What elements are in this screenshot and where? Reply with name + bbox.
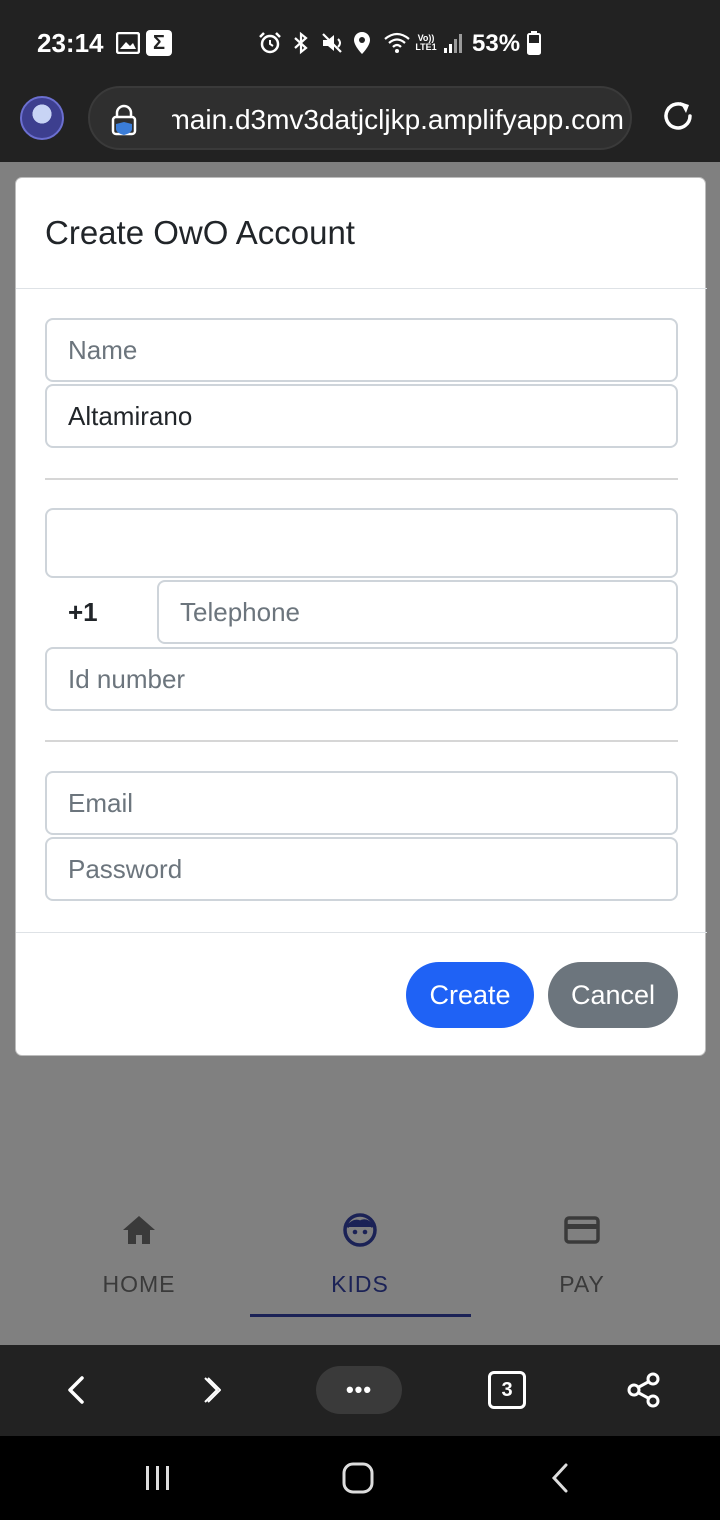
share-icon[interactable] [624, 1366, 664, 1414]
phone-country-code: +1 [68, 597, 98, 627]
status-bar: 23:14 Σ Vo)) LTE1 53% [0, 0, 720, 72]
id-number-field[interactable] [45, 647, 678, 711]
bluetooth-icon [290, 30, 312, 56]
form-section-divider [45, 740, 678, 742]
system-back-icon[interactable] [540, 1458, 580, 1498]
signal-icon [442, 30, 464, 56]
location-icon [352, 30, 372, 56]
face-icon [340, 1210, 380, 1250]
gallery-icon [116, 30, 140, 56]
create-button[interactable]: Create [406, 962, 534, 1028]
modal-footer-divider [16, 932, 707, 933]
lte-indicator: Vo)) LTE1 [412, 30, 440, 56]
lastname-field[interactable] [45, 384, 678, 448]
status-time: 23:14 [37, 28, 104, 58]
url-field[interactable]: main.d3mv3datjcljkp.amplifyapp.com [88, 86, 632, 150]
nav-item-pay[interactable]: PAY [472, 1195, 692, 1317]
active-tab-indicator [250, 1314, 471, 1317]
modal-header-divider [16, 288, 707, 289]
email-field[interactable] [45, 771, 678, 835]
nav-item-kids[interactable]: KIDS [250, 1195, 470, 1317]
nav-label-home: HOME [102, 1271, 176, 1297]
alarm-icon [258, 30, 282, 56]
tabs-button[interactable]: 3 [488, 1371, 526, 1409]
nav-label-kids: KIDS [331, 1271, 389, 1297]
vibrate-mute-icon [320, 30, 346, 56]
credit-card-icon [562, 1210, 602, 1250]
name-field[interactable] [45, 318, 678, 382]
forward-icon[interactable] [192, 1366, 232, 1414]
nav-label-pay: PAY [559, 1271, 605, 1297]
blank-field[interactable] [45, 508, 678, 578]
battery-icon [526, 30, 542, 56]
back-icon[interactable] [56, 1366, 96, 1414]
more-menu-button[interactable]: ••• [316, 1366, 402, 1414]
create-account-modal: Create OwO Account +1 Create Cancel [15, 177, 707, 1056]
password-field[interactable] [45, 837, 678, 901]
reload-icon[interactable] [660, 98, 696, 134]
sigma-icon: Σ [146, 30, 172, 56]
cancel-button[interactable]: Cancel [548, 962, 678, 1028]
home-icon [119, 1210, 159, 1250]
site-avatar[interactable] [20, 96, 64, 140]
telephone-field[interactable] [157, 580, 678, 644]
url-text[interactable]: main.d3mv3datjcljkp.amplifyapp.com [172, 104, 624, 136]
lte-bottom-label: LTE1 [415, 42, 437, 52]
system-home-icon[interactable] [338, 1458, 378, 1498]
modal-title: Create OwO Account [45, 214, 355, 251]
app-bottom-nav: HOME KIDS PAY [0, 1195, 720, 1345]
nav-item-home[interactable]: HOME [29, 1195, 249, 1317]
lock-icon[interactable] [110, 104, 138, 136]
wifi-icon [382, 30, 412, 56]
recent-apps-icon[interactable] [136, 1458, 180, 1498]
battery-percent: 53% [472, 30, 521, 57]
form-section-divider [45, 478, 678, 480]
